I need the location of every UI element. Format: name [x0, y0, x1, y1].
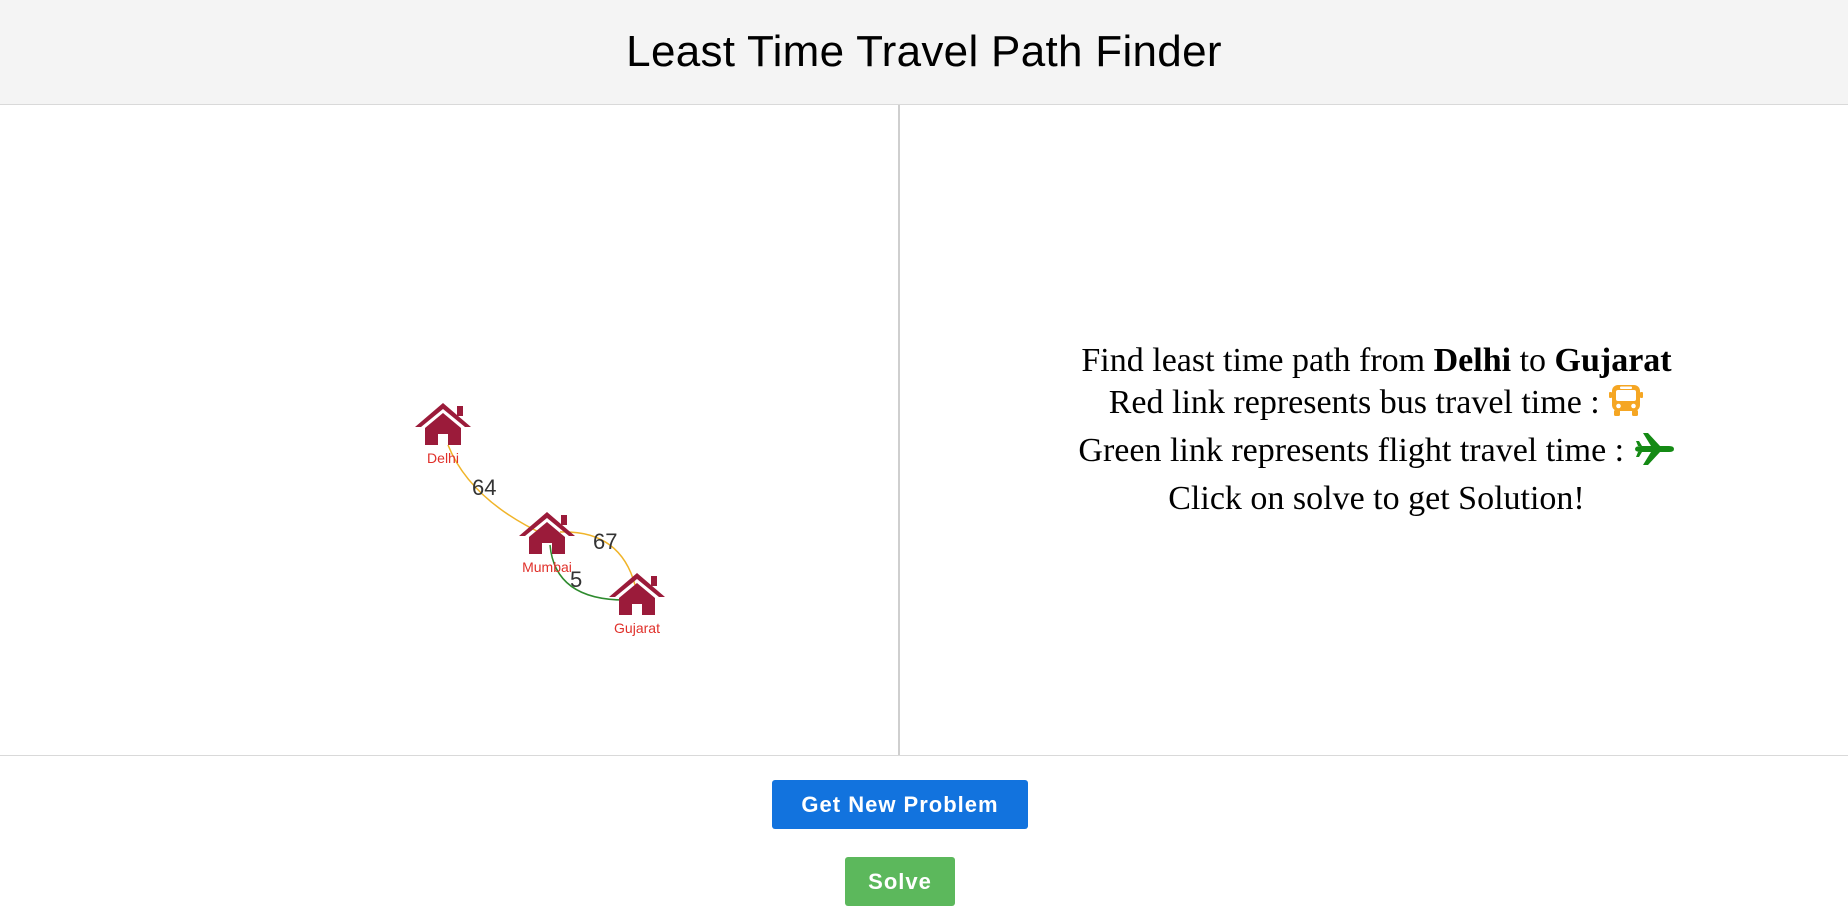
- node-label-mumbai: Mumbai: [522, 559, 572, 575]
- house-icon: [609, 573, 665, 615]
- edge-weight-label: 64: [472, 475, 496, 500]
- node-gujarat[interactable]: Gujarat: [609, 573, 665, 636]
- house-icon: [415, 403, 471, 445]
- instruction-line-3: Green link represents flight travel time…: [1078, 430, 1674, 478]
- instruction-text: to: [1511, 342, 1555, 379]
- graph-canvas: 64 67 5 Delhi Mumbai Gujarat: [415, 403, 665, 636]
- page-title: Least Time Travel Path Finder: [626, 27, 1222, 76]
- info-panel: Find least time path from Delhi to Gujar…: [900, 105, 1848, 755]
- bus-legend-text: Red link represents bus travel time :: [1108, 384, 1609, 421]
- source-city: Delhi: [1433, 342, 1512, 379]
- divider: [0, 755, 1848, 756]
- instruction-text: Find least time path from: [1081, 342, 1434, 379]
- instruction-line-2: Red link represents bus travel time :: [1078, 382, 1674, 430]
- node-mumbai[interactable]: Mumbai: [519, 512, 575, 575]
- node-label-delhi: Delhi: [427, 450, 459, 466]
- house-icon: [519, 512, 575, 554]
- bus-icon: [1608, 383, 1644, 430]
- plane-icon: [1633, 431, 1675, 478]
- get-new-problem-button[interactable]: Get New Problem: [772, 780, 1028, 829]
- edge-delhi-mumbai: [447, 444, 546, 536]
- node-label-gujarat: Gujarat: [614, 620, 660, 636]
- solve-button[interactable]: Solve: [845, 857, 955, 906]
- instruction-line-4: Click on solve to get Solution!: [1168, 480, 1585, 517]
- instructions: Find least time path from Delhi to Gujar…: [1078, 340, 1674, 520]
- destination-city: Gujarat: [1554, 342, 1672, 379]
- node-delhi[interactable]: Delhi: [415, 403, 471, 466]
- flight-legend-text: Green link represents flight travel time…: [1078, 432, 1633, 469]
- edge-weight-label: 67: [593, 529, 617, 554]
- header: Least Time Travel Path Finder: [0, 0, 1848, 105]
- instruction-line-1: Find least time path from Delhi to Gujar…: [1078, 340, 1674, 382]
- graph-panel: 64 67 5 Delhi Mumbai Gujarat: [0, 105, 900, 755]
